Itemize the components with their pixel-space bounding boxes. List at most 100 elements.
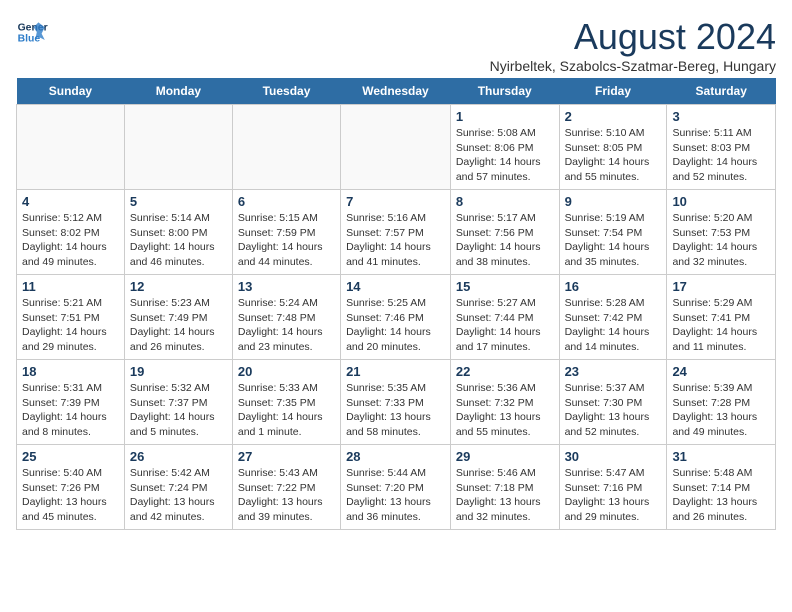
calendar-cell: 2 Sunrise: 5:10 AMSunset: 8:05 PMDaylight…	[559, 105, 667, 190]
calendar-cell: 23 Sunrise: 5:37 AMSunset: 7:30 PMDayligh…	[559, 360, 667, 445]
day-number: 10	[672, 194, 770, 209]
day-number: 25	[22, 449, 119, 464]
day-info: Sunrise: 5:36 AMSunset: 7:32 PMDaylight:…	[456, 381, 554, 440]
day-info: Sunrise: 5:46 AMSunset: 7:18 PMDaylight:…	[456, 466, 554, 525]
calendar-cell: 19 Sunrise: 5:32 AMSunset: 7:37 PMDayligh…	[124, 360, 232, 445]
week-row-2: 4 Sunrise: 5:12 AMSunset: 8:02 PMDaylight…	[17, 190, 776, 275]
day-header-sunday: Sunday	[17, 78, 125, 105]
day-info: Sunrise: 5:14 AMSunset: 8:00 PMDaylight:…	[130, 211, 227, 270]
calendar-cell: 3 Sunrise: 5:11 AMSunset: 8:03 PMDaylight…	[667, 105, 776, 190]
day-number: 28	[346, 449, 445, 464]
day-info: Sunrise: 5:27 AMSunset: 7:44 PMDaylight:…	[456, 296, 554, 355]
day-number: 7	[346, 194, 445, 209]
day-number: 2	[565, 109, 662, 124]
day-info: Sunrise: 5:24 AMSunset: 7:48 PMDaylight:…	[238, 296, 335, 355]
day-number: 16	[565, 279, 662, 294]
calendar-table: SundayMondayTuesdayWednesdayThursdayFrid…	[16, 78, 776, 530]
calendar-cell: 1 Sunrise: 5:08 AMSunset: 8:06 PMDaylight…	[450, 105, 559, 190]
week-row-5: 25Sunrise: 5:40 AMSunset: 7:26 PMDayligh…	[17, 445, 776, 530]
calendar-cell: 15 Sunrise: 5:27 AMSunset: 7:44 PMDayligh…	[450, 275, 559, 360]
day-number: 6	[238, 194, 335, 209]
day-number: 23	[565, 364, 662, 379]
day-info: Sunrise: 5:21 AMSunset: 7:51 PMDaylight:…	[22, 296, 119, 355]
logo: General Blue	[16, 16, 48, 48]
calendar-cell: 22 Sunrise: 5:36 AMSunset: 7:32 PMDayligh…	[450, 360, 559, 445]
day-info: Sunrise: 5:11 AMSunset: 8:03 PMDaylight:…	[672, 126, 770, 185]
day-info: Sunrise: 5:42 AMSunset: 7:24 PMDaylight:…	[130, 466, 227, 525]
day-number: 26	[130, 449, 227, 464]
calendar-cell: 31 Sunrise: 5:48 AMSunset: 7:14 PMDayligh…	[667, 445, 776, 530]
day-number: 17	[672, 279, 770, 294]
day-info: Sunrise: 5:29 AMSunset: 7:41 PMDaylight:…	[672, 296, 770, 355]
day-number: 15	[456, 279, 554, 294]
calendar-cell: 5Sunrise: 5:14 AMSunset: 8:00 PMDaylight…	[124, 190, 232, 275]
day-number: 24	[672, 364, 770, 379]
day-info: Sunrise: 5:23 AMSunset: 7:49 PMDaylight:…	[130, 296, 227, 355]
day-number: 11	[22, 279, 119, 294]
calendar-cell: 26 Sunrise: 5:42 AMSunset: 7:24 PMDayligh…	[124, 445, 232, 530]
calendar-cell	[17, 105, 125, 190]
day-info: Sunrise: 5:25 AMSunset: 7:46 PMDaylight:…	[346, 296, 445, 355]
week-row-3: 11 Sunrise: 5:21 AMSunset: 7:51 PMDayligh…	[17, 275, 776, 360]
day-number: 14	[346, 279, 445, 294]
calendar-cell: 7Sunrise: 5:16 AMSunset: 7:57 PMDaylight…	[341, 190, 451, 275]
day-info: Sunrise: 5:15 AMSunset: 7:59 PMDaylight:…	[238, 211, 335, 270]
calendar-cell: 21 Sunrise: 5:35 AMSunset: 7:33 PMDayligh…	[341, 360, 451, 445]
calendar-cell	[124, 105, 232, 190]
calendar-cell: 29 Sunrise: 5:46 AMSunset: 7:18 PMDayligh…	[450, 445, 559, 530]
day-info: Sunrise: 5:48 AMSunset: 7:14 PMDaylight:…	[672, 466, 770, 525]
calendar-cell	[232, 105, 340, 190]
calendar-cell	[341, 105, 451, 190]
day-number: 19	[130, 364, 227, 379]
day-number: 22	[456, 364, 554, 379]
calendar-cell: 16 Sunrise: 5:28 AMSunset: 7:42 PMDayligh…	[559, 275, 667, 360]
day-header-saturday: Saturday	[667, 78, 776, 105]
calendar-cell: 17 Sunrise: 5:29 AMSunset: 7:41 PMDayligh…	[667, 275, 776, 360]
day-info: Sunrise: 5:12 AMSunset: 8:02 PMDaylight:…	[22, 211, 119, 270]
day-info: Sunrise: 5:19 AMSunset: 7:54 PMDaylight:…	[565, 211, 662, 270]
calendar-cell: 30 Sunrise: 5:47 AMSunset: 7:16 PMDayligh…	[559, 445, 667, 530]
calendar-cell: 11 Sunrise: 5:21 AMSunset: 7:51 PMDayligh…	[17, 275, 125, 360]
day-info: Sunrise: 5:35 AMSunset: 7:33 PMDaylight:…	[346, 381, 445, 440]
day-info: Sunrise: 5:37 AMSunset: 7:30 PMDaylight:…	[565, 381, 662, 440]
day-header-friday: Friday	[559, 78, 667, 105]
day-info: Sunrise: 5:31 AMSunset: 7:39 PMDaylight:…	[22, 381, 119, 440]
calendar-cell: 27Sunrise: 5:43 AMSunset: 7:22 PMDayligh…	[232, 445, 340, 530]
day-header-tuesday: Tuesday	[232, 78, 340, 105]
day-info: Sunrise: 5:08 AMSunset: 8:06 PMDaylight:…	[456, 126, 554, 185]
day-number: 12	[130, 279, 227, 294]
day-header-thursday: Thursday	[450, 78, 559, 105]
calendar-cell: 28 Sunrise: 5:44 AMSunset: 7:20 PMDayligh…	[341, 445, 451, 530]
logo-icon: General Blue	[16, 16, 48, 48]
title-area: August 2024 Nyirbeltek, Szabolcs-Szatmar…	[490, 16, 776, 74]
calendar-cell: 24 Sunrise: 5:39 AMSunset: 7:28 PMDayligh…	[667, 360, 776, 445]
day-info: Sunrise: 5:28 AMSunset: 7:42 PMDaylight:…	[565, 296, 662, 355]
day-info: Sunrise: 5:44 AMSunset: 7:20 PMDaylight:…	[346, 466, 445, 525]
day-info: Sunrise: 5:32 AMSunset: 7:37 PMDaylight:…	[130, 381, 227, 440]
calendar-cell: 4 Sunrise: 5:12 AMSunset: 8:02 PMDaylight…	[17, 190, 125, 275]
day-info: Sunrise: 5:47 AMSunset: 7:16 PMDaylight:…	[565, 466, 662, 525]
day-info: Sunrise: 5:10 AMSunset: 8:05 PMDaylight:…	[565, 126, 662, 185]
calendar-cell: 6 Sunrise: 5:15 AMSunset: 7:59 PMDaylight…	[232, 190, 340, 275]
calendar-cell: 10Sunrise: 5:20 AMSunset: 7:53 PMDayligh…	[667, 190, 776, 275]
day-number: 3	[672, 109, 770, 124]
day-info: Sunrise: 5:17 AMSunset: 7:56 PMDaylight:…	[456, 211, 554, 270]
calendar-cell: 12 Sunrise: 5:23 AMSunset: 7:49 PMDayligh…	[124, 275, 232, 360]
day-number: 21	[346, 364, 445, 379]
day-info: Sunrise: 5:39 AMSunset: 7:28 PMDaylight:…	[672, 381, 770, 440]
calendar-cell: 13Sunrise: 5:24 AMSunset: 7:48 PMDayligh…	[232, 275, 340, 360]
calendar-cell: 8Sunrise: 5:17 AMSunset: 7:56 PMDaylight…	[450, 190, 559, 275]
day-number: 4	[22, 194, 119, 209]
day-number: 18	[22, 364, 119, 379]
day-header-row: SundayMondayTuesdayWednesdayThursdayFrid…	[17, 78, 776, 105]
location-subtitle: Nyirbeltek, Szabolcs-Szatmar-Bereg, Hung…	[490, 58, 776, 74]
day-number: 29	[456, 449, 554, 464]
calendar-cell: 20Sunrise: 5:33 AMSunset: 7:35 PMDayligh…	[232, 360, 340, 445]
calendar-cell: 18 Sunrise: 5:31 AMSunset: 7:39 PMDayligh…	[17, 360, 125, 445]
month-title: August 2024	[490, 16, 776, 58]
calendar-cell: 25Sunrise: 5:40 AMSunset: 7:26 PMDayligh…	[17, 445, 125, 530]
day-number: 31	[672, 449, 770, 464]
day-number: 1	[456, 109, 554, 124]
calendar-cell: 9Sunrise: 5:19 AMSunset: 7:54 PMDaylight…	[559, 190, 667, 275]
day-number: 30	[565, 449, 662, 464]
